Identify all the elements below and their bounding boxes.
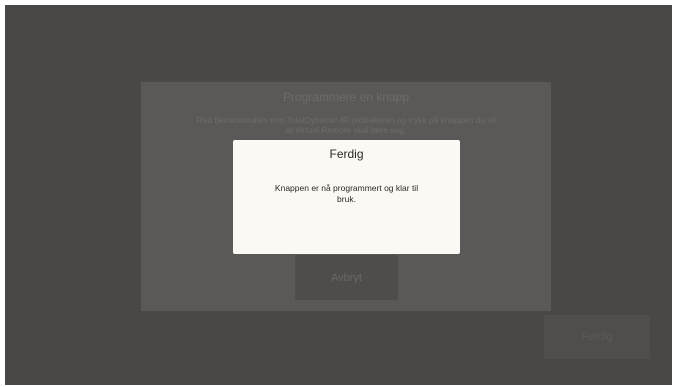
app-screen: Programmere en knapp Rett fjernkontrolle… bbox=[5, 5, 672, 385]
success-modal: Ferdig Knappen er nå programmert og klar… bbox=[233, 140, 460, 254]
modal-message: Knappen er nå programmert og klar til br… bbox=[274, 183, 419, 204]
dialog-instruction: Rett fjernkontrollen mot TotalDynamic-IR… bbox=[196, 115, 496, 135]
done-button[interactable]: Ferdig bbox=[544, 315, 650, 359]
cancel-button[interactable]: Avbryt bbox=[295, 255, 398, 300]
modal-title: Ferdig bbox=[329, 147, 364, 161]
dialog-title: Programmere en knapp bbox=[282, 90, 410, 104]
